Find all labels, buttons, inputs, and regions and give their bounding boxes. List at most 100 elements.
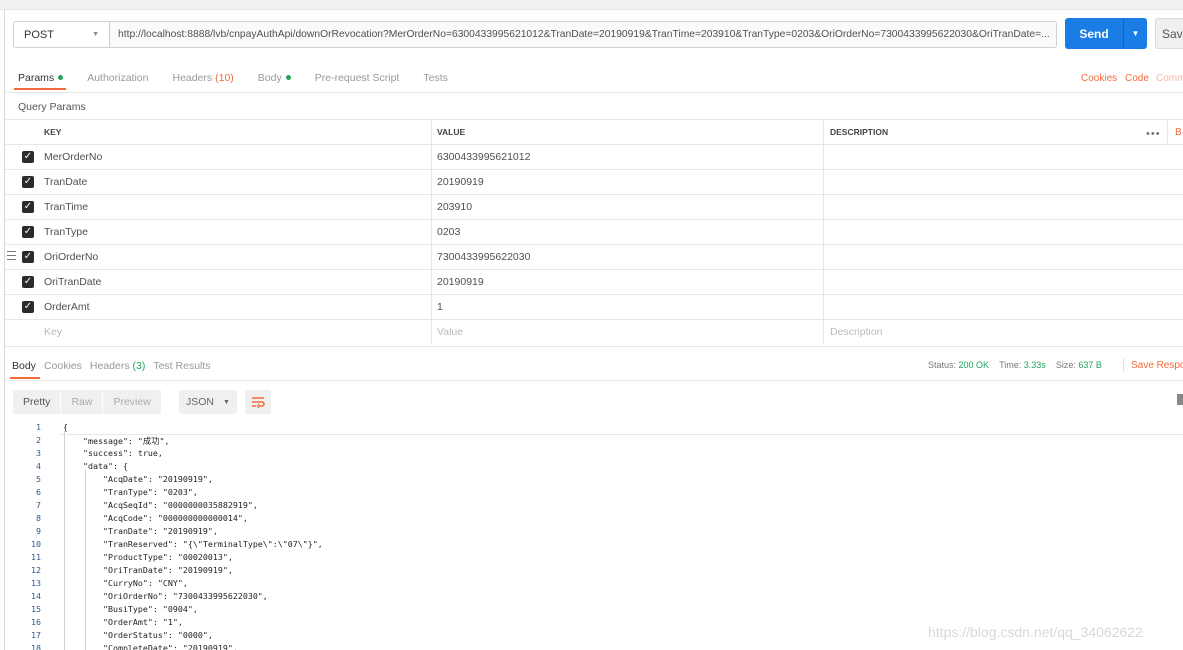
response-body-editor[interactable]: 1{2 "message": "成功", 3 "success": true, 4 … — [5, 421, 1183, 650]
code-line: "AcqSeqId": "0000000035882919", — [63, 500, 258, 510]
new-value-input[interactable]: Value — [437, 320, 463, 344]
method-select[interactable]: POST ▼ — [13, 21, 109, 48]
comments-link[interactable]: Comm — [1156, 73, 1183, 84]
line-number: 17 — [31, 630, 41, 640]
column-divider — [431, 245, 432, 269]
tab-tests[interactable]: Tests — [423, 72, 448, 86]
indent-guide — [85, 470, 86, 650]
send-options-chevron-icon[interactable]: ▼ — [1124, 29, 1147, 38]
time-value[interactable]: 3.33s — [1024, 360, 1046, 370]
tab-response-cookies[interactable]: Cookies — [44, 360, 82, 372]
code-line: "success": true, — [63, 448, 163, 458]
line-number: 1 — [36, 422, 41, 432]
param-key[interactable]: MerOrderNo — [44, 145, 102, 169]
save-response-button[interactable]: Save Respo — [1131, 360, 1183, 371]
row-checkbox[interactable]: ✓ — [22, 176, 34, 188]
param-key[interactable]: OriTranDate — [44, 270, 101, 294]
tab-authorization[interactable]: Authorization — [87, 72, 148, 86]
param-value[interactable]: 6300433995621012 — [437, 145, 530, 169]
send-label: Send — [1079, 26, 1109, 41]
column-divider — [823, 120, 824, 144]
preview-button[interactable]: Preview — [103, 390, 161, 414]
row-checkbox[interactable]: ✓ — [22, 151, 34, 163]
tab-test-results[interactable]: Test Results — [153, 360, 210, 372]
param-key[interactable]: OriOrderNo — [44, 245, 98, 269]
code-line: "CurryNo": "CNY", — [63, 578, 188, 588]
table-row: ✓ OrderAmt 1 — [5, 294, 1183, 319]
raw-button[interactable]: Raw — [61, 390, 103, 414]
table-row: ✓ OriTranDate 20190919 — [5, 269, 1183, 294]
param-value[interactable]: 20190919 — [437, 270, 484, 294]
column-divider — [431, 295, 432, 319]
url-input[interactable]: http://localhost:8888/lvb/cnpayAuthApi/d… — [109, 21, 1057, 48]
pretty-button[interactable]: Pretty — [13, 390, 61, 414]
query-params-table: KEY VALUE DESCRIPTION ✓ MerOrderNo 63004… — [5, 119, 1183, 344]
line-number: 13 — [31, 578, 41, 588]
line-number: 4 — [36, 461, 41, 471]
code-line: "message": "成功", — [63, 436, 170, 446]
new-description-input[interactable]: Description — [830, 320, 883, 344]
column-divider — [823, 220, 824, 244]
url-text: http://localhost:8888/lvb/cnpayAuthApi/d… — [118, 29, 1050, 40]
param-value[interactable]: 20190919 — [437, 170, 484, 194]
active-tab-underline — [14, 88, 66, 90]
current-line-highlight — [59, 434, 1183, 435]
column-divider — [431, 270, 432, 294]
row-checkbox[interactable]: ✓ — [22, 251, 34, 263]
view-mode-group: Pretty Raw Preview — [13, 390, 162, 414]
line-number: 9 — [36, 526, 41, 536]
line-number: 7 — [36, 500, 41, 510]
param-key[interactable]: OrderAmt — [44, 295, 90, 319]
row-checkbox[interactable]: ✓ — [22, 226, 34, 238]
new-key-input[interactable]: Key — [44, 320, 62, 344]
column-divider — [431, 320, 432, 344]
tab-response-headers[interactable]: Headers (3) — [90, 360, 145, 372]
divider — [1123, 358, 1124, 372]
param-key[interactable]: TranDate — [44, 170, 87, 194]
code-line: "CompleteDate": "20190919", — [63, 643, 238, 650]
param-value[interactable]: 7300433995622030 — [437, 245, 530, 269]
tab-prerequest-script[interactable]: Pre-request Script — [315, 72, 400, 86]
tab-params[interactable]: Params — [18, 72, 64, 86]
tab-headers[interactable]: Headers (10) — [172, 72, 233, 86]
column-value-header: VALUE — [437, 127, 466, 137]
table-header-row: KEY VALUE DESCRIPTION — [5, 119, 1183, 144]
wrap-lines-button[interactable] — [245, 390, 271, 414]
code-line: "OriOrderNo": "7300433995622030", — [63, 591, 268, 601]
param-value[interactable]: 0203 — [437, 220, 460, 244]
response-tabs: Body Cookies Headers (3) Test Results — [12, 360, 219, 372]
table-row: ✓ TranTime 203910 — [5, 194, 1183, 219]
param-key[interactable]: TranType — [44, 220, 88, 244]
row-checkbox[interactable]: ✓ — [22, 276, 34, 288]
bulk-edit-link[interactable]: B — [1167, 120, 1182, 145]
cookies-link[interactable]: Cookies — [1081, 73, 1117, 84]
tab-body[interactable]: Body — [258, 72, 291, 86]
column-divider — [431, 170, 432, 194]
tab-headers-label: Headers — [172, 72, 213, 84]
param-key[interactable]: TranTime — [44, 195, 88, 219]
param-value[interactable]: 203910 — [437, 195, 472, 219]
column-divider — [823, 320, 824, 344]
row-checkbox[interactable]: ✓ — [22, 301, 34, 313]
row-checkbox[interactable]: ✓ — [22, 201, 34, 213]
size-value[interactable]: 637 B — [1078, 360, 1102, 370]
line-number: 6 — [36, 487, 41, 497]
drag-handle-icon[interactable] — [7, 251, 16, 261]
code-line: "TranDate": "20190919", — [63, 526, 218, 536]
copy-icon[interactable] — [1177, 394, 1183, 405]
param-value[interactable]: 1 — [437, 295, 443, 319]
line-number: 5 — [36, 474, 41, 484]
table-row: ✓ OriOrderNo 7300433995622030 — [5, 244, 1183, 269]
column-divider — [431, 145, 432, 169]
format-label: JSON — [186, 396, 215, 408]
send-button[interactable]: Send ▼ — [1065, 18, 1147, 49]
save-button[interactable]: Save — [1155, 18, 1183, 49]
code-link[interactable]: Code — [1125, 73, 1149, 84]
line-number: 8 — [36, 513, 41, 523]
tab-response-body[interactable]: Body — [12, 360, 36, 372]
format-select[interactable]: JSON ▼ — [179, 390, 237, 414]
table-row: ✓ TranType 0203 — [5, 219, 1183, 244]
column-divider — [431, 220, 432, 244]
more-options-icon[interactable]: ••• — [1146, 128, 1161, 140]
status-value[interactable]: 200 OK — [959, 360, 990, 370]
